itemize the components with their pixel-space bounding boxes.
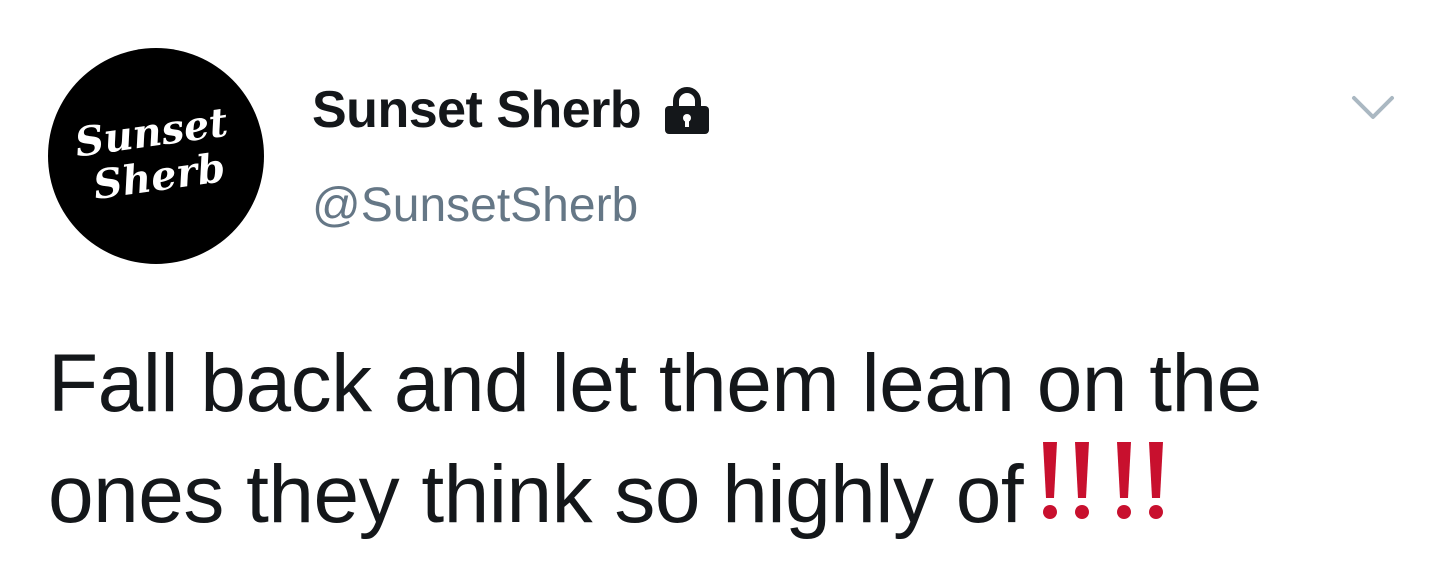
tweet-text-line2: ones they think so highly of	[48, 438, 1408, 549]
double-exclamation-icon	[1041, 438, 1097, 522]
tweet-text-line2-text: ones they think so highly of	[48, 449, 1024, 540]
tweet-card: Sunset Sherb Sunset Sherb @SunsetSherb F…	[0, 0, 1440, 569]
tweet-text: Fall back and let them lean on the ones …	[48, 330, 1408, 549]
chevron-down-icon[interactable]	[1348, 90, 1398, 126]
display-name-row: Sunset Sherb	[312, 78, 713, 142]
lock-icon	[661, 84, 713, 136]
tweet-text-line1: Fall back and let them lean on the	[48, 338, 1262, 429]
display-name[interactable]: Sunset Sherb	[312, 80, 642, 140]
user-handle[interactable]: @SunsetSherb	[312, 178, 638, 233]
sunset-sherb-logo: Sunset Sherb	[72, 99, 231, 210]
avatar[interactable]: Sunset Sherb	[48, 48, 264, 264]
double-exclamation-icon	[1115, 438, 1171, 522]
